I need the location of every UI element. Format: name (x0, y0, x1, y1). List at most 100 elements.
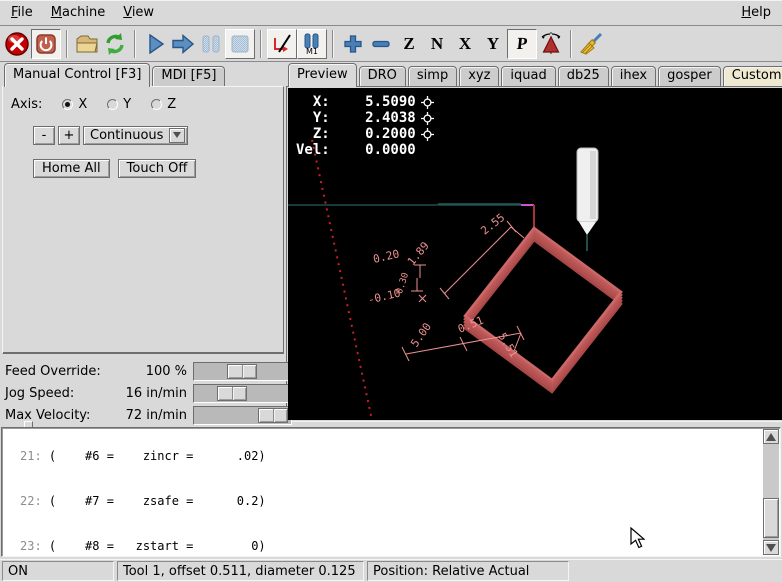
preview-canvas[interactable]: 2.55 1.89 0.20 0.30 -0.10 5.00 0.51 5.51 (288, 88, 782, 420)
radio-indicator (151, 99, 162, 110)
tab-xyz[interactable]: xyz (459, 66, 499, 86)
optional-pause-icon: M1 (300, 32, 324, 56)
clear-plot-button[interactable] (577, 29, 605, 59)
toolbar-separator (66, 30, 68, 58)
toolbar-separator (134, 30, 136, 58)
scrollbar-down-arrow[interactable] (763, 540, 779, 555)
max-velocity-row: Max Velocity: 72 in/min (5, 406, 283, 425)
menu-view[interactable]: View (114, 1, 163, 24)
feed-override-slider[interactable] (193, 362, 292, 381)
max-velocity-slider[interactable] (193, 406, 292, 425)
svg-text:0.20: 0.20 (372, 247, 401, 266)
axis-z-label: Z (167, 97, 176, 112)
slider-handle[interactable] (258, 408, 288, 423)
machine-power-icon (34, 32, 58, 56)
run-button[interactable] (141, 29, 169, 59)
gcode-scrollbar[interactable] (763, 429, 779, 555)
axis-radio-x[interactable]: X (62, 97, 87, 112)
control-panel: Manual Control [F3] MDI [F5] Axis: X Y Z (0, 62, 286, 425)
toolpath-passes (465, 228, 621, 392)
toolbar-separator (570, 30, 572, 58)
gcode-line[interactable]: 22: ( #7 = zsafe = 0.2) (20, 494, 760, 509)
tab-custom[interactable]: Custom (723, 66, 782, 86)
jog-mode-combobox[interactable]: Continuous (83, 126, 188, 145)
open-file-button[interactable] (73, 29, 101, 59)
menu-help[interactable]: Help (732, 1, 780, 24)
feed-override-value: 100 % (115, 364, 187, 379)
tab-preview[interactable]: Preview (288, 63, 357, 87)
reload-button[interactable] (101, 29, 129, 59)
optional-pause-button[interactable]: M1 (297, 29, 327, 59)
view-y-button[interactable]: Y (479, 29, 507, 59)
stop-button[interactable] (225, 29, 255, 59)
dro-z-value: 0.2000 (330, 126, 416, 142)
touch-off-button[interactable]: Touch Off (118, 159, 197, 178)
position-mode-status: Position: Relative Actual (367, 561, 569, 581)
view-perspective-button[interactable]: P (507, 29, 537, 59)
tab-manual-control[interactable]: Manual Control [F3] (4, 63, 150, 87)
svg-text:5.00: 5.00 (408, 320, 434, 349)
zoom-out-icon (369, 32, 393, 56)
dro-vel-row: Vel: 0.0000 (296, 142, 434, 158)
radio-indicator (62, 99, 73, 110)
gcode-line[interactable]: 23: ( #8 = zstart = 0) (20, 539, 760, 554)
dro-z-label: Z: (296, 126, 330, 142)
axis-radio-y[interactable]: Y (107, 97, 131, 112)
view-z-back-button[interactable]: N (423, 29, 451, 59)
dro-x-value: 5.5090 (330, 94, 416, 110)
jog-plus-button[interactable]: + (58, 126, 80, 145)
slider-handle[interactable] (227, 364, 257, 379)
view-x-button[interactable]: X (451, 29, 479, 59)
rotate-view-button[interactable] (537, 29, 565, 59)
zoom-out-button[interactable] (367, 29, 395, 59)
zoom-in-button[interactable] (339, 29, 367, 59)
menu-machine[interactable]: Machine (42, 1, 114, 24)
feed-override-label: Feed Override: (5, 364, 109, 379)
machine-power-button[interactable] (31, 29, 61, 59)
homed-icon (421, 128, 434, 141)
step-button[interactable] (169, 29, 197, 59)
svg-text:1.89: 1.89 (405, 239, 432, 268)
menubar: File Machine View Help (0, 0, 782, 26)
estop-button[interactable] (3, 29, 31, 59)
axis-radio-z[interactable]: Z (151, 97, 176, 112)
jog-speed-slider[interactable] (193, 384, 292, 403)
scrollbar-thumb[interactable] (763, 498, 779, 538)
dro-y-value: 2.4038 (330, 110, 416, 126)
axis-window: { "menubar": { "items": [ {"label":"File… (0, 0, 782, 582)
scrollbar-up-arrow[interactable] (763, 429, 779, 444)
skip-lines-button[interactable] (267, 29, 297, 59)
home-all-button[interactable]: Home All (33, 159, 110, 178)
axis-y-label: Y (123, 97, 131, 112)
combobox-arrow[interactable] (169, 128, 185, 143)
pause-button[interactable] (197, 29, 225, 59)
sliders-panel: Feed Override: 100 % Jog Speed: 16 in/mi… (1, 354, 285, 425)
feed-override-row: Feed Override: 100 % (5, 362, 283, 381)
jog-speed-row: Jog Speed: 16 in/min (5, 384, 283, 403)
tab-gosper[interactable]: gosper (658, 66, 721, 86)
max-velocity-value: 72 in/min (115, 408, 187, 423)
dro-x-label: X: (296, 94, 330, 110)
mouse-cursor (630, 527, 645, 549)
homed-icon (421, 112, 434, 125)
dro-vel-label: Vel: (296, 142, 330, 158)
dro-y-label: Y: (296, 110, 330, 126)
axis-x-label: X (78, 97, 87, 112)
toolbar-separator (260, 30, 262, 58)
menu-file[interactable]: File (2, 1, 42, 24)
tab-mdi[interactable]: MDI [F5] (152, 66, 225, 86)
tab-simp[interactable]: simp (408, 66, 457, 86)
tab-db25[interactable]: db25 (558, 66, 609, 86)
jog-minus-button[interactable]: - (33, 126, 55, 145)
tab-ihex[interactable]: ihex (611, 66, 656, 86)
dro-x-row: X: 5.5090 (296, 94, 434, 110)
tab-iquad[interactable]: iquad (501, 66, 555, 86)
toolbar-separator (332, 30, 334, 58)
step-arrow-icon (170, 32, 196, 56)
view-z-button[interactable]: Z (395, 29, 423, 59)
slider-handle[interactable] (217, 386, 247, 401)
gcode-listing[interactable]: 21: ( #6 = zincr = .02) 22: ( #7 = zsafe… (1, 427, 781, 557)
gcode-line[interactable]: 21: ( #6 = zincr = .02) (20, 449, 760, 464)
tab-dro[interactable]: DRO (359, 66, 406, 86)
pause-icon (199, 32, 223, 56)
